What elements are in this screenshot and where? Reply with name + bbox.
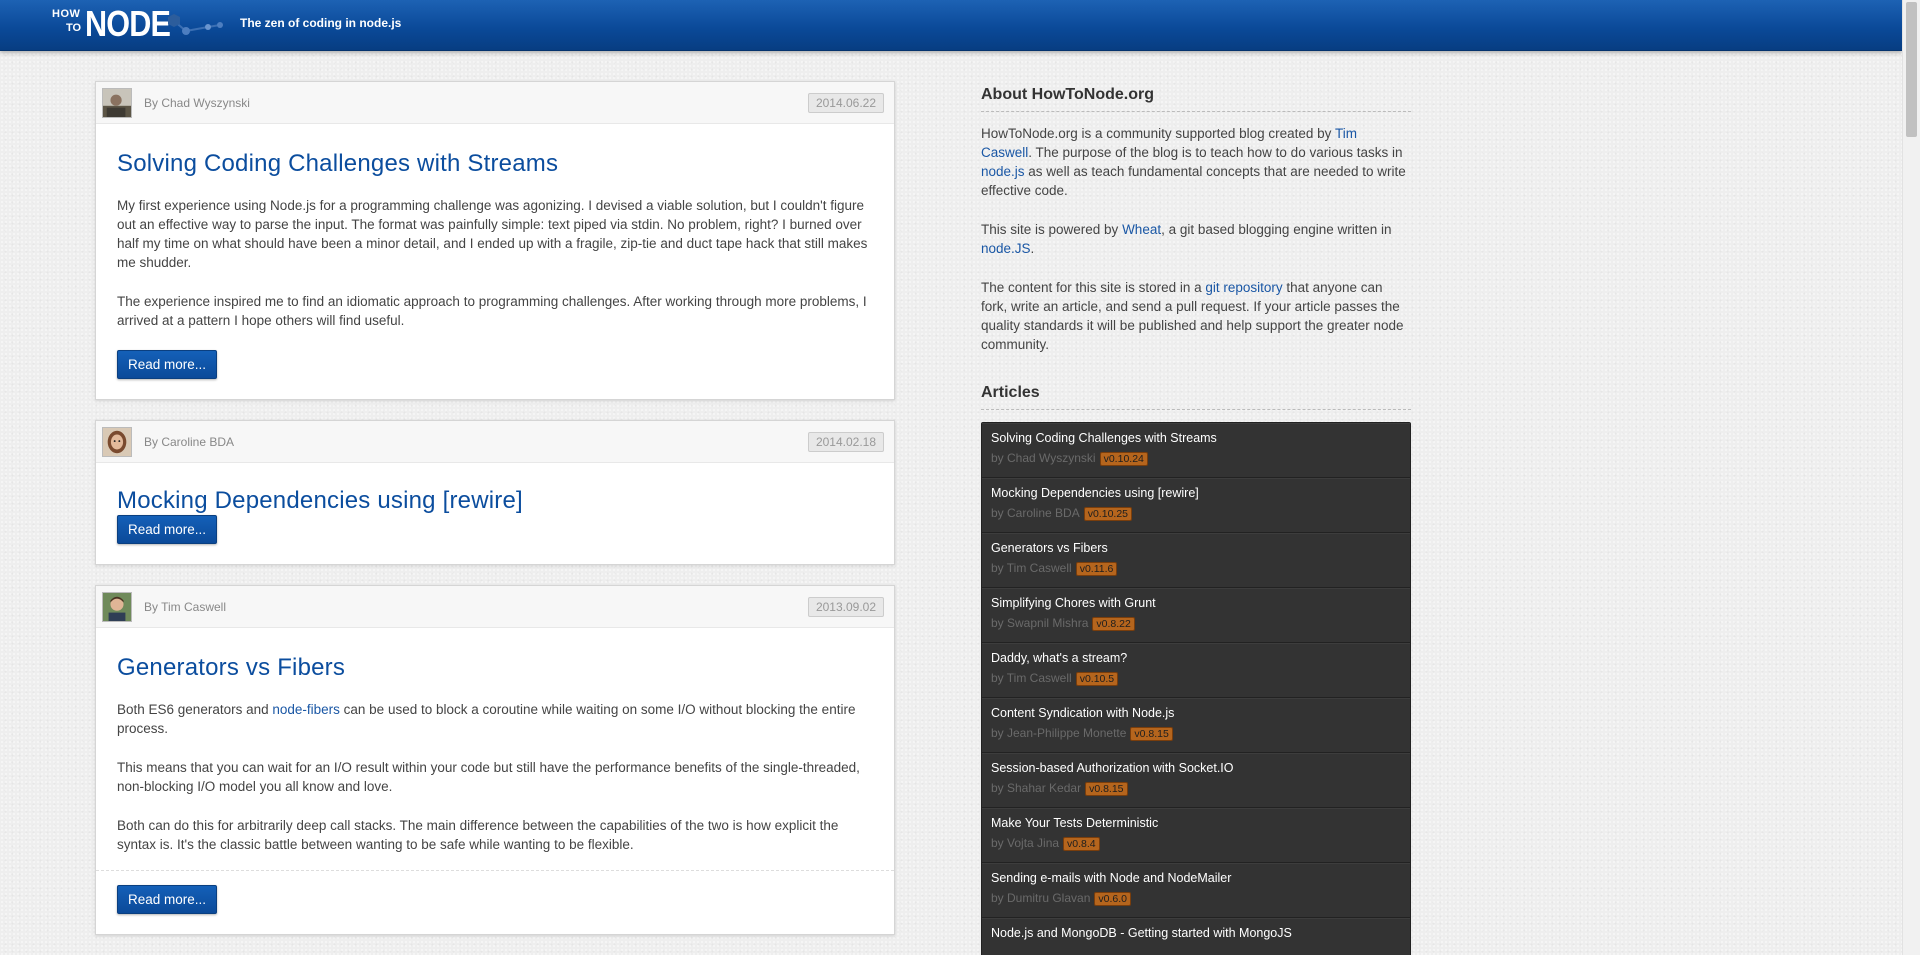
text-segment: as well as teach fundamental concepts th… <box>981 164 1406 198</box>
version-badge: v0.6.0 <box>1094 892 1131 906</box>
text-segment: . <box>1030 241 1035 256</box>
article-item[interactable]: Daddy, what's a stream? by Tim Caswell v0… <box>982 643 1410 698</box>
content-text: The content for this site is stored in a… <box>981 278 1411 354</box>
text-segment: The content for this site is stored in a <box>981 280 1206 295</box>
article-author: by Jean-Philippe Monette <box>991 726 1127 740</box>
article-author: by Swapnil Mishra <box>991 616 1089 630</box>
read-more-button[interactable]: Read more... <box>117 515 218 544</box>
article-item[interactable]: Make Your Tests Deterministic by Vojta J… <box>982 808 1410 863</box>
post-date: 2014.02.18 <box>807 432 884 452</box>
post-date: 2013.09.02 <box>807 597 884 617</box>
post-title[interactable]: Mocking Dependencies using [rewire] <box>117 487 873 515</box>
article-title-link[interactable]: Sending e-mails with Node and NodeMailer <box>991 871 1401 885</box>
article-item[interactable]: Simplifying Chores with Grunt by Swapnil… <box>982 588 1410 643</box>
article-title-link[interactable]: Solving Coding Challenges with Streams <box>991 431 1401 445</box>
post-excerpt: This means that you can wait for an I/O … <box>117 760 860 794</box>
avatar-tim[interactable] <box>102 592 132 622</box>
post-excerpt: Both ES6 generators and node-fibers can … <box>117 700 873 738</box>
post-body: Mocking Dependencies using [rewire] Read… <box>96 463 894 564</box>
post-body: Solving Coding Challenges with Streams M… <box>96 124 894 399</box>
version-badge: v0.10.24 <box>1099 452 1148 466</box>
article-item[interactable]: Node.js and MongoDB - Getting started wi… <box>982 918 1410 955</box>
post-excerpt: The experience inspired me to find an id… <box>117 294 867 328</box>
article-title-link[interactable]: Simplifying Chores with Grunt <box>991 596 1401 610</box>
version-badge: v0.10.5 <box>1075 672 1119 686</box>
logo-node: NODE <box>85 3 171 44</box>
article-title-link[interactable]: Daddy, what's a stream? <box>991 651 1401 665</box>
version-badge: v0.11.6 <box>1075 562 1118 576</box>
version-badge: v0.8.4 <box>1063 837 1100 851</box>
post-list: By Chad Wyszynski 2014.06.22 Solving Cod… <box>95 81 895 955</box>
article-title-link[interactable]: Make Your Tests Deterministic <box>991 816 1401 830</box>
post-header: By Tim Caswell 2013.09.02 <box>96 586 894 628</box>
article-item[interactable]: Mocking Dependencies using [rewire] by C… <box>982 478 1410 533</box>
post-author[interactable]: By Caroline BDA <box>144 435 234 449</box>
node-fibers-link[interactable]: node-fibers <box>272 702 340 717</box>
powered-text: This site is powered by Wheat, a git bas… <box>981 220 1411 258</box>
article-author: by Tim Caswell <box>991 561 1072 575</box>
article-title-link[interactable]: Generators vs Fibers <box>991 541 1401 555</box>
scrollbar-thumb[interactable] <box>1906 2 1917 137</box>
article-author: by Caroline BDA <box>991 506 1080 520</box>
avatar-caroline[interactable] <box>102 427 132 457</box>
git-repository-link[interactable]: git repository <box>1205 280 1282 295</box>
article-item[interactable]: Solving Coding Challenges with Streams b… <box>982 423 1410 478</box>
version-badge: v0.8.22 <box>1092 617 1135 631</box>
text-segment: This site is powered by <box>981 222 1123 237</box>
article-item[interactable]: Generators vs Fibers by Tim Caswell v0.11… <box>982 533 1410 588</box>
about-heading: About HowToNode.org <box>981 86 1411 112</box>
articles-list: Solving Coding Challenges with Streams b… <box>981 422 1411 955</box>
articles-heading: Articles <box>981 384 1411 410</box>
article-item[interactable]: Content Syndication with Node.js by Jean… <box>982 698 1410 753</box>
post-date: 2014.06.22 <box>807 93 884 113</box>
text-segment: HowToNode.org is a community supported b… <box>981 126 1335 141</box>
article-author: by Dumitru Glavan <box>991 891 1091 905</box>
molecule-logo-icon <box>168 14 223 35</box>
article-author: by Shahar Kedar <box>991 781 1082 795</box>
howtonode-logo[interactable]: HOW TO NODE <box>52 3 223 44</box>
page-scrollbar[interactable] <box>1902 0 1920 955</box>
post-excerpt: Both can do this for arbitrarily deep ca… <box>117 818 839 852</box>
post-title[interactable]: Solving Coding Challenges with Streams <box>117 150 873 178</box>
article-author: by Tim Caswell <box>991 671 1072 685</box>
nodejs-link[interactable]: node.JS <box>981 241 1031 256</box>
version-badge: v0.8.15 <box>1085 782 1128 796</box>
avatar-chad[interactable] <box>102 88 132 118</box>
post-title[interactable]: Generators vs Fibers <box>117 654 873 682</box>
site-tagline: The zen of coding in node.js <box>240 16 402 30</box>
post-card: By Caroline BDA 2014.02.18 Mocking Depen… <box>95 420 895 565</box>
read-more-button[interactable]: Read more... <box>117 885 218 914</box>
version-badge: v0.8.15 <box>1130 727 1173 741</box>
article-author: by Vojta Jina <box>991 836 1060 850</box>
wheat-link[interactable]: Wheat <box>1122 222 1161 237</box>
article-item[interactable]: Session-based Authorization with Socket.… <box>982 753 1410 808</box>
post-card: By Tim Caswell 2013.09.02 Generators vs … <box>95 585 895 935</box>
about-text: HowToNode.org is a community supported b… <box>981 124 1411 200</box>
logo-to: TO <box>66 22 82 34</box>
article-item[interactable]: Sending e-mails with Node and NodeMailer… <box>982 863 1410 918</box>
nodejs-link[interactable]: node.js <box>981 164 1025 179</box>
article-title-link[interactable]: Session-based Authorization with Socket.… <box>991 761 1401 775</box>
sidebar: About HowToNode.org HowToNode.org is a c… <box>981 86 1411 955</box>
post-card: By Chad Wyszynski 2014.06.22 Solving Cod… <box>95 81 895 400</box>
article-title-link[interactable]: Node.js and MongoDB - Getting started wi… <box>991 926 1401 940</box>
post-header: By Caroline BDA 2014.02.18 <box>96 421 894 463</box>
text-segment: Both ES6 generators and <box>117 702 273 717</box>
article-author: by Chad Wyszynski <box>991 451 1096 465</box>
version-badge: v0.10.25 <box>1083 507 1133 521</box>
logo-how: HOW <box>52 8 81 20</box>
post-header: By Chad Wyszynski 2014.06.22 <box>96 82 894 124</box>
divider <box>96 870 894 871</box>
post-author[interactable]: By Chad Wyszynski <box>144 96 250 110</box>
top-header: HOW TO NODE The zen of coding in node.js <box>0 0 1902 51</box>
post-body: Generators vs Fibers Both ES6 generators… <box>96 628 894 934</box>
post-excerpt: My first experience using Node.js for a … <box>117 198 868 270</box>
text-segment: . The purpose of the blog is to teach ho… <box>1028 145 1403 160</box>
article-title-link[interactable]: Mocking Dependencies using [rewire] <box>991 486 1401 500</box>
read-more-button[interactable]: Read more... <box>117 350 218 379</box>
article-title-link[interactable]: Content Syndication with Node.js <box>991 706 1401 720</box>
text-segment: , a git based blogging engine written in <box>1161 222 1392 237</box>
post-author[interactable]: By Tim Caswell <box>144 600 226 614</box>
